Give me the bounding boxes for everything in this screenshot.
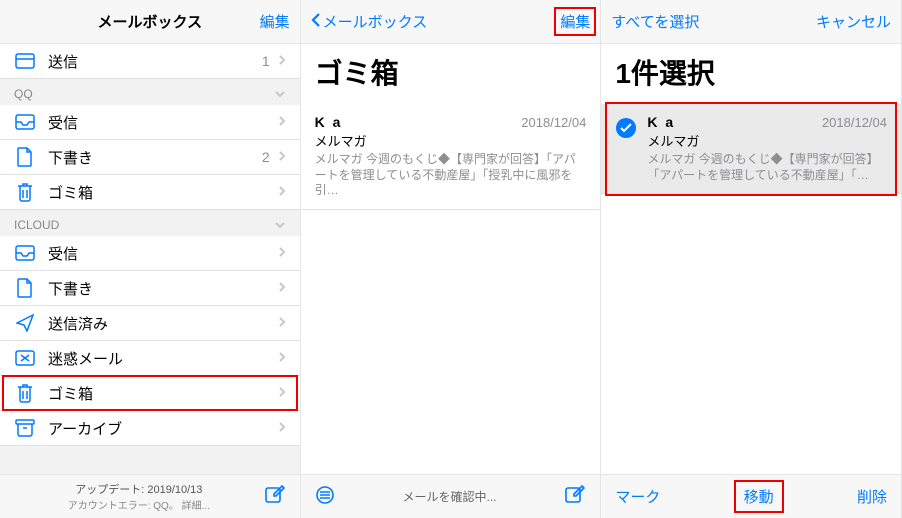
header-bar: メールボックス 編集 (301, 0, 601, 44)
group-label: QQ (14, 87, 33, 101)
sent-folder-icon (14, 53, 36, 69)
trash-icon (14, 182, 36, 202)
mail-preview: メルマガ 今週のもくじ◆【専門家が回答】「アパートを管理している不動産屋」「… (647, 152, 887, 183)
compose-icon[interactable] (264, 484, 286, 509)
group-label: ICLOUD (14, 218, 59, 232)
chevron-right-icon (278, 420, 286, 436)
mailbox-label: 下書き (48, 147, 262, 168)
footer-bar: アップデート: 2019/10/13 アカウントエラー: QQ。 詳細... (0, 474, 300, 518)
mailbox-qq-inbox[interactable]: 受信 (0, 105, 300, 140)
chevron-right-icon (278, 53, 286, 69)
mailboxes-pane: メールボックス 編集 送信 1 QQ 受信 下書き 2 (0, 0, 301, 518)
move-button[interactable]: 移動 (744, 489, 774, 506)
checkbox-checked-icon[interactable] (615, 117, 637, 139)
drafts-icon (14, 147, 36, 167)
inbox-icon (14, 245, 36, 261)
mail-subject: メルマガ (647, 131, 887, 150)
select-all-button[interactable]: すべてを選択 (611, 11, 699, 32)
mailbox-label: 送信済み (48, 313, 278, 334)
chevron-right-icon (278, 114, 286, 130)
page-title: ゴミ箱 (301, 44, 601, 104)
mailbox-icloud-sent[interactable]: 送信済み (0, 306, 300, 341)
mailbox-label: 下書き (48, 278, 278, 299)
edit-button[interactable]: 編集 (260, 11, 290, 32)
footer-update-text: アップデート: 2019/10/13 (14, 481, 264, 497)
drafts-icon (14, 278, 36, 298)
count-badge: 1 (262, 53, 270, 69)
mailbox-label: 送信 (48, 51, 262, 72)
chevron-down-icon (274, 87, 286, 101)
header-bar: すべてを選択 キャンセル (601, 0, 901, 44)
page-title: メールボックス (0, 11, 300, 32)
mailbox-label: 受信 (48, 243, 278, 264)
header-bar: メールボックス 編集 (0, 0, 300, 44)
mailbox-label: 受信 (48, 112, 278, 133)
footer-bar: メールを確認中... (301, 474, 601, 518)
group-qq[interactable]: QQ (0, 79, 300, 105)
trash-pane: メールボックス 編集 ゴミ箱 K a 2018/12/04 メルマガ メルマガ … (301, 0, 602, 518)
chevron-right-icon (278, 280, 286, 296)
mailbox-qq-drafts[interactable]: 下書き 2 (0, 140, 300, 175)
mailbox-qq-trash[interactable]: ゴミ箱 (0, 175, 300, 210)
mailbox-icloud-archive[interactable]: アーカイブ (0, 411, 300, 446)
junk-icon (14, 350, 36, 366)
back-label: メールボックス (323, 11, 428, 32)
group-icloud[interactable]: ICLOUD (0, 210, 300, 236)
chevron-right-icon (278, 385, 286, 401)
mailbox-sent[interactable]: 送信 1 (0, 44, 300, 79)
chevron-right-icon (278, 245, 286, 261)
mailbox-icloud-inbox[interactable]: 受信 (0, 236, 300, 271)
mail-list-item[interactable]: K a 2018/12/04 メルマガ メルマガ 今週のもくじ◆【専門家が回答】… (301, 104, 601, 210)
count-badge: 2 (262, 149, 270, 165)
mark-button[interactable]: マーク (615, 486, 660, 507)
chevron-right-icon (278, 315, 286, 331)
filter-icon[interactable] (315, 485, 335, 508)
mail-list-item-selected[interactable]: K a 2018/12/04 メルマガ メルマガ 今週のもくじ◆【専門家が回答】… (601, 104, 901, 194)
mailbox-icloud-junk[interactable]: 迷惑メール (0, 341, 300, 376)
inbox-icon (14, 114, 36, 130)
mail-date: 2018/12/04 (822, 115, 887, 130)
chevron-right-icon (278, 184, 286, 200)
chevron-right-icon (278, 149, 286, 165)
compose-icon[interactable] (564, 484, 586, 509)
footer-error-text[interactable]: アカウントエラー: QQ。 詳細... (14, 497, 264, 512)
mailbox-icloud-drafts[interactable]: 下書き (0, 271, 300, 306)
cancel-button[interactable]: キャンセル (816, 11, 891, 32)
mail-date: 2018/12/04 (521, 115, 586, 130)
chevron-right-icon (278, 350, 286, 366)
mailbox-icloud-trash[interactable]: ゴミ箱 (0, 376, 300, 411)
mailbox-label: ゴミ箱 (48, 182, 278, 203)
mailbox-label: ゴミ箱 (48, 383, 278, 404)
mail-sender: K a (647, 114, 675, 130)
mail-subject: メルマガ (315, 131, 587, 150)
mailbox-label: アーカイブ (48, 418, 278, 439)
mailbox-label: 迷惑メール (48, 348, 278, 369)
edit-button[interactable]: 編集 (560, 11, 590, 32)
chevron-down-icon (274, 218, 286, 232)
back-button[interactable]: メールボックス (311, 11, 428, 32)
selection-pane: すべてを選択 キャンセル 1件選択 K a 2018/12/04 メルマガ メル… (601, 0, 902, 518)
delete-button[interactable]: 削除 (857, 486, 887, 507)
mail-preview: メルマガ 今週のもくじ◆【専門家が回答】「アパートを管理している不動産屋」「授乳… (315, 152, 587, 199)
page-title: 1件選択 (601, 44, 901, 104)
mail-sender: K a (315, 114, 343, 130)
trash-icon (14, 383, 36, 403)
paper-plane-icon (14, 314, 36, 332)
chevron-back-icon (311, 12, 321, 32)
footer-status: メールを確認中... (335, 488, 565, 505)
archive-icon (14, 419, 36, 437)
footer-bar: マーク 移動 削除 (601, 474, 901, 518)
